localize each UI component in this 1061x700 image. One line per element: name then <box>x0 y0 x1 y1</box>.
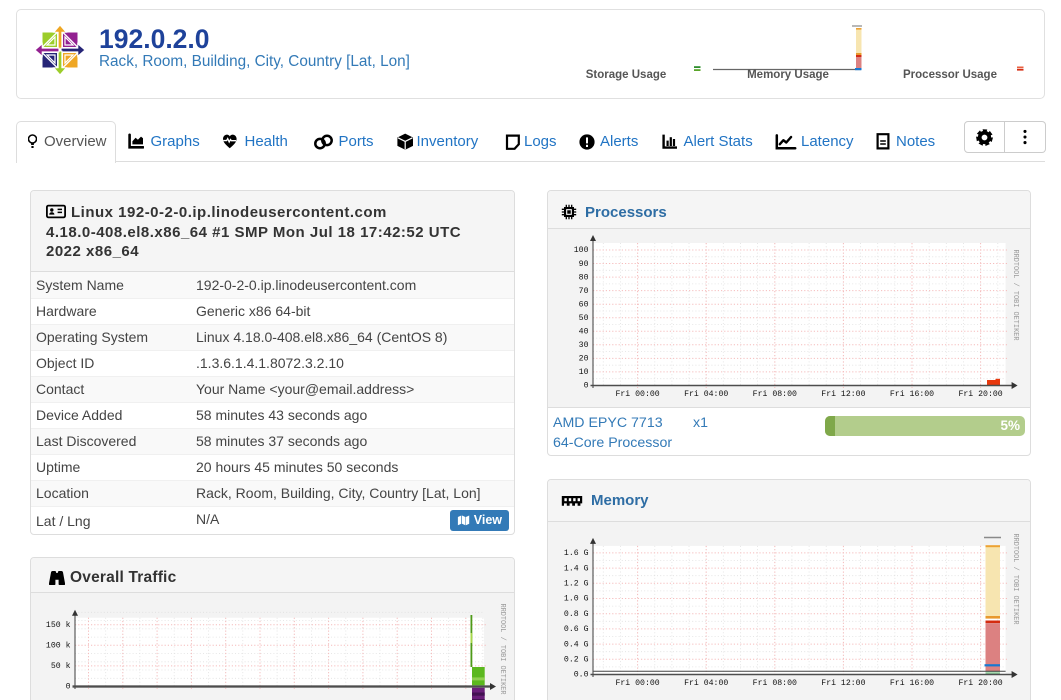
svg-text:Fri 00:00: Fri 00:00 <box>615 389 659 399</box>
svg-text:80: 80 <box>579 273 589 282</box>
svg-text:0: 0 <box>584 382 589 391</box>
svg-text:90: 90 <box>579 260 589 269</box>
svg-text:Fri 16:00: Fri 16:00 <box>890 389 934 399</box>
svg-text:Fri 08:00: Fri 08:00 <box>753 678 797 688</box>
svg-text:1.6 G: 1.6 G <box>564 549 589 558</box>
svg-text:Fri 08:00: Fri 08:00 <box>753 389 797 399</box>
svg-text:100 k: 100 k <box>46 641 71 651</box>
svg-text:Fri 04:00: Fri 04:00 <box>684 678 728 688</box>
svg-text:20: 20 <box>579 355 589 364</box>
svg-text:60: 60 <box>579 300 589 309</box>
svg-text:150 k: 150 k <box>46 620 71 630</box>
svg-text:Fri 12:00: Fri 12:00 <box>821 678 865 688</box>
svg-text:50: 50 <box>579 314 589 323</box>
svg-text:Fri 00:00: Fri 00:00 <box>615 678 659 688</box>
svg-text:1.0 G: 1.0 G <box>564 595 589 604</box>
svg-text:RRDTOOL / TOBI OETIKER: RRDTOOL / TOBI OETIKER <box>1011 250 1019 341</box>
svg-text:Fri 20:00: Fri 20:00 <box>958 678 1002 688</box>
svg-text:0: 0 <box>66 683 71 692</box>
svg-text:10: 10 <box>579 368 589 377</box>
svg-text:0.6 G: 0.6 G <box>564 625 589 634</box>
svg-text:Fri 20:00: Fri 20:00 <box>958 389 1002 399</box>
svg-text:100: 100 <box>574 246 589 255</box>
svg-text:0.8 G: 0.8 G <box>564 610 589 619</box>
svg-text:0.0: 0.0 <box>574 671 589 680</box>
svg-text:0.2 G: 0.2 G <box>564 656 589 665</box>
svg-text:RRDTOOL / TOBI OETIKER: RRDTOOL / TOBI OETIKER <box>1011 534 1019 625</box>
svg-text:50 k: 50 k <box>51 661 71 671</box>
svg-text:Fri 04:00: Fri 04:00 <box>684 389 728 399</box>
svg-text:RRDTOOL / TOBI OETIKER: RRDTOOL / TOBI OETIKER <box>498 604 506 695</box>
svg-text:Fri 16:00: Fri 16:00 <box>890 678 934 688</box>
svg-text:1.2 G: 1.2 G <box>564 580 589 589</box>
svg-text:30: 30 <box>579 341 589 350</box>
svg-text:Fri 12:00: Fri 12:00 <box>821 389 865 399</box>
svg-text:40: 40 <box>579 328 589 337</box>
svg-text:1.4 G: 1.4 G <box>564 564 589 573</box>
svg-text:0.4 G: 0.4 G <box>564 640 589 649</box>
svg-text:70: 70 <box>579 287 589 296</box>
